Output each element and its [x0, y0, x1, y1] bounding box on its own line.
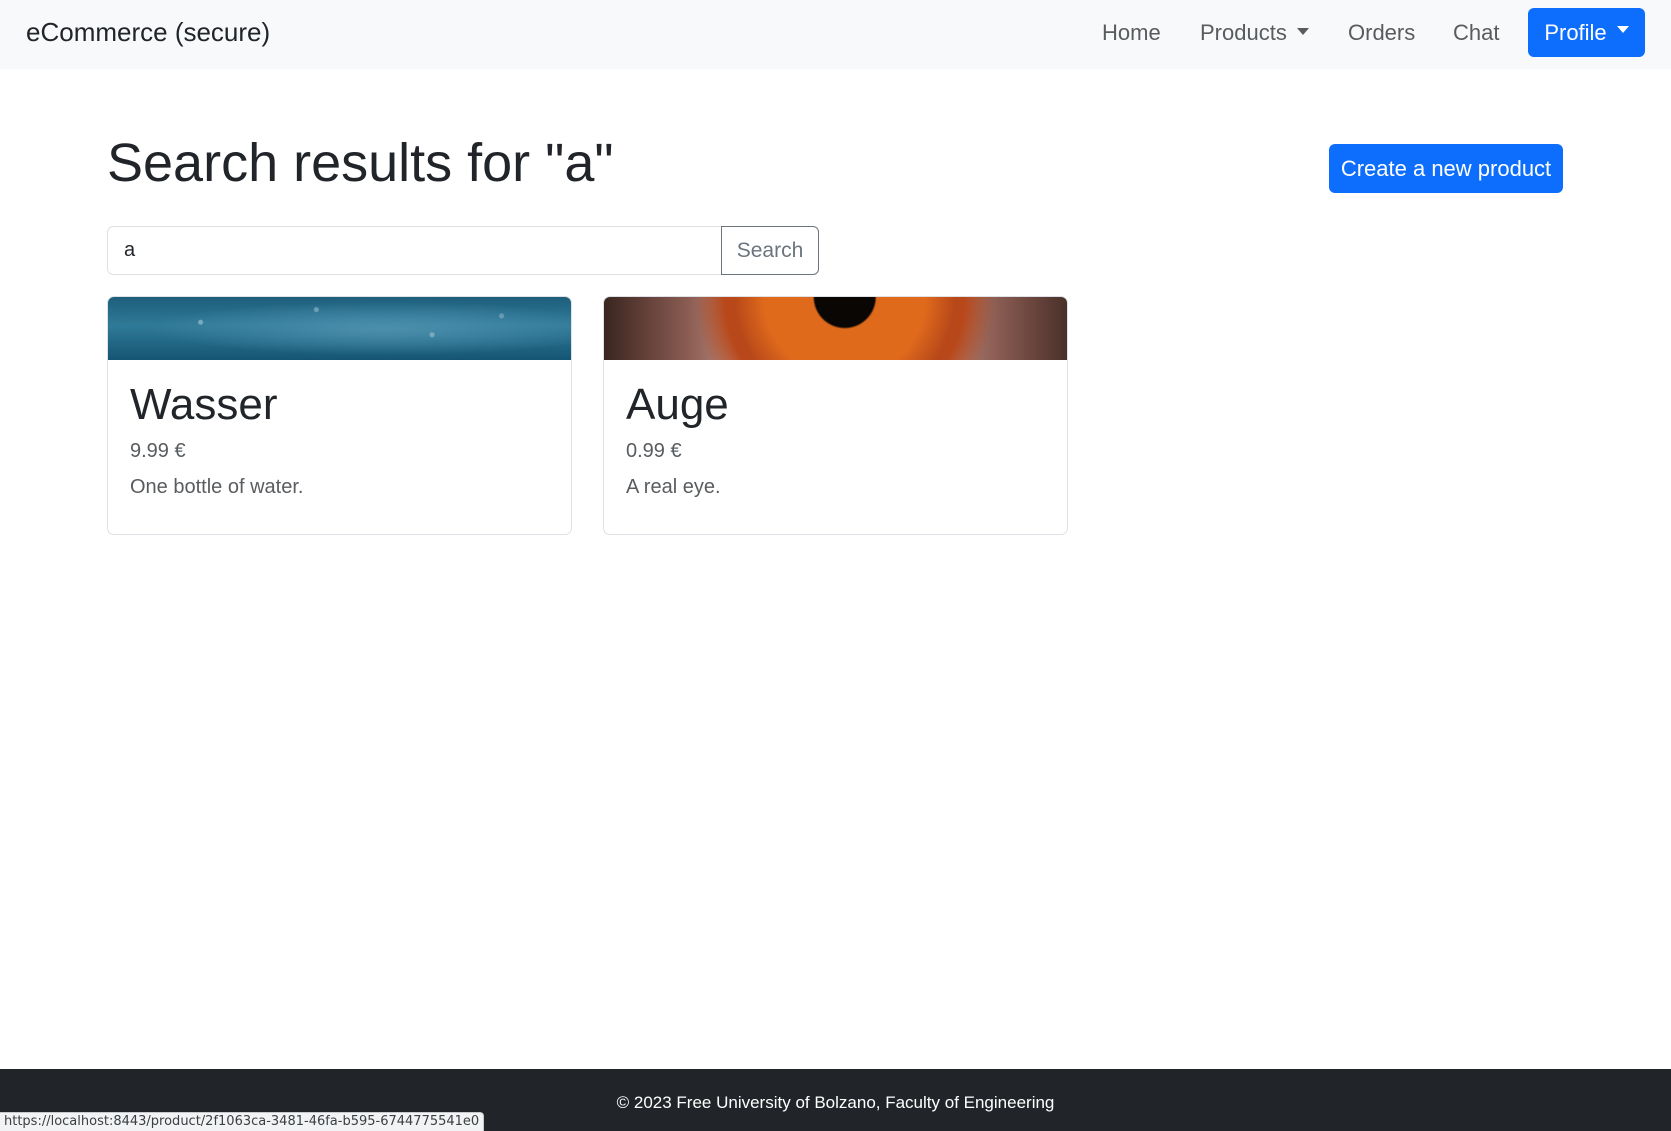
nav-products-label: Products	[1200, 20, 1287, 45]
create-product-button[interactable]: Create a new product	[1329, 144, 1563, 193]
nav-chat-link[interactable]: Chat	[1453, 18, 1499, 48]
product-image-water	[108, 297, 571, 360]
search-input[interactable]	[107, 226, 722, 275]
caret-down-icon	[1616, 26, 1629, 33]
product-description: One bottle of water.	[130, 476, 304, 498]
nav-home-link[interactable]: Home	[1102, 18, 1161, 48]
profile-label: Profile	[1544, 19, 1607, 45]
search-button[interactable]: Search	[721, 226, 819, 275]
profile-dropdown-button[interactable]: Profile	[1528, 8, 1645, 57]
page-title: Search results for "a"	[107, 133, 614, 193]
footer-copyright: © 2023 Free University of Bolzano, Facul…	[616, 1093, 1055, 1112]
product-name: Auge	[626, 380, 729, 429]
top-navbar: eCommerce (secure) Home Products Orders …	[0, 0, 1671, 69]
product-card-auge[interactable]: Auge 0.99 € A real eye.	[603, 296, 1068, 535]
product-image-eye	[604, 297, 1067, 360]
product-card-wasser[interactable]: Wasser 9.99 € One bottle of water.	[107, 296, 572, 535]
link-preview-url: https://localhost:8443/product/2f1063ca-…	[0, 1112, 485, 1131]
card-body: Wasser 9.99 € One bottle of water.	[108, 379, 571, 501]
brand-link[interactable]: eCommerce (secure)	[26, 14, 270, 50]
product-price: 0.99 €	[626, 440, 682, 462]
search-form: Search	[107, 226, 819, 275]
caret-down-icon	[1296, 27, 1309, 35]
nav-orders-link[interactable]: Orders	[1348, 18, 1415, 48]
product-description: A real eye.	[626, 476, 721, 498]
card-body: Auge 0.99 € A real eye.	[604, 379, 1067, 501]
nav-products-dropdown[interactable]: Products	[1200, 18, 1309, 48]
product-name: Wasser	[130, 380, 278, 429]
product-price: 9.99 €	[130, 440, 186, 462]
